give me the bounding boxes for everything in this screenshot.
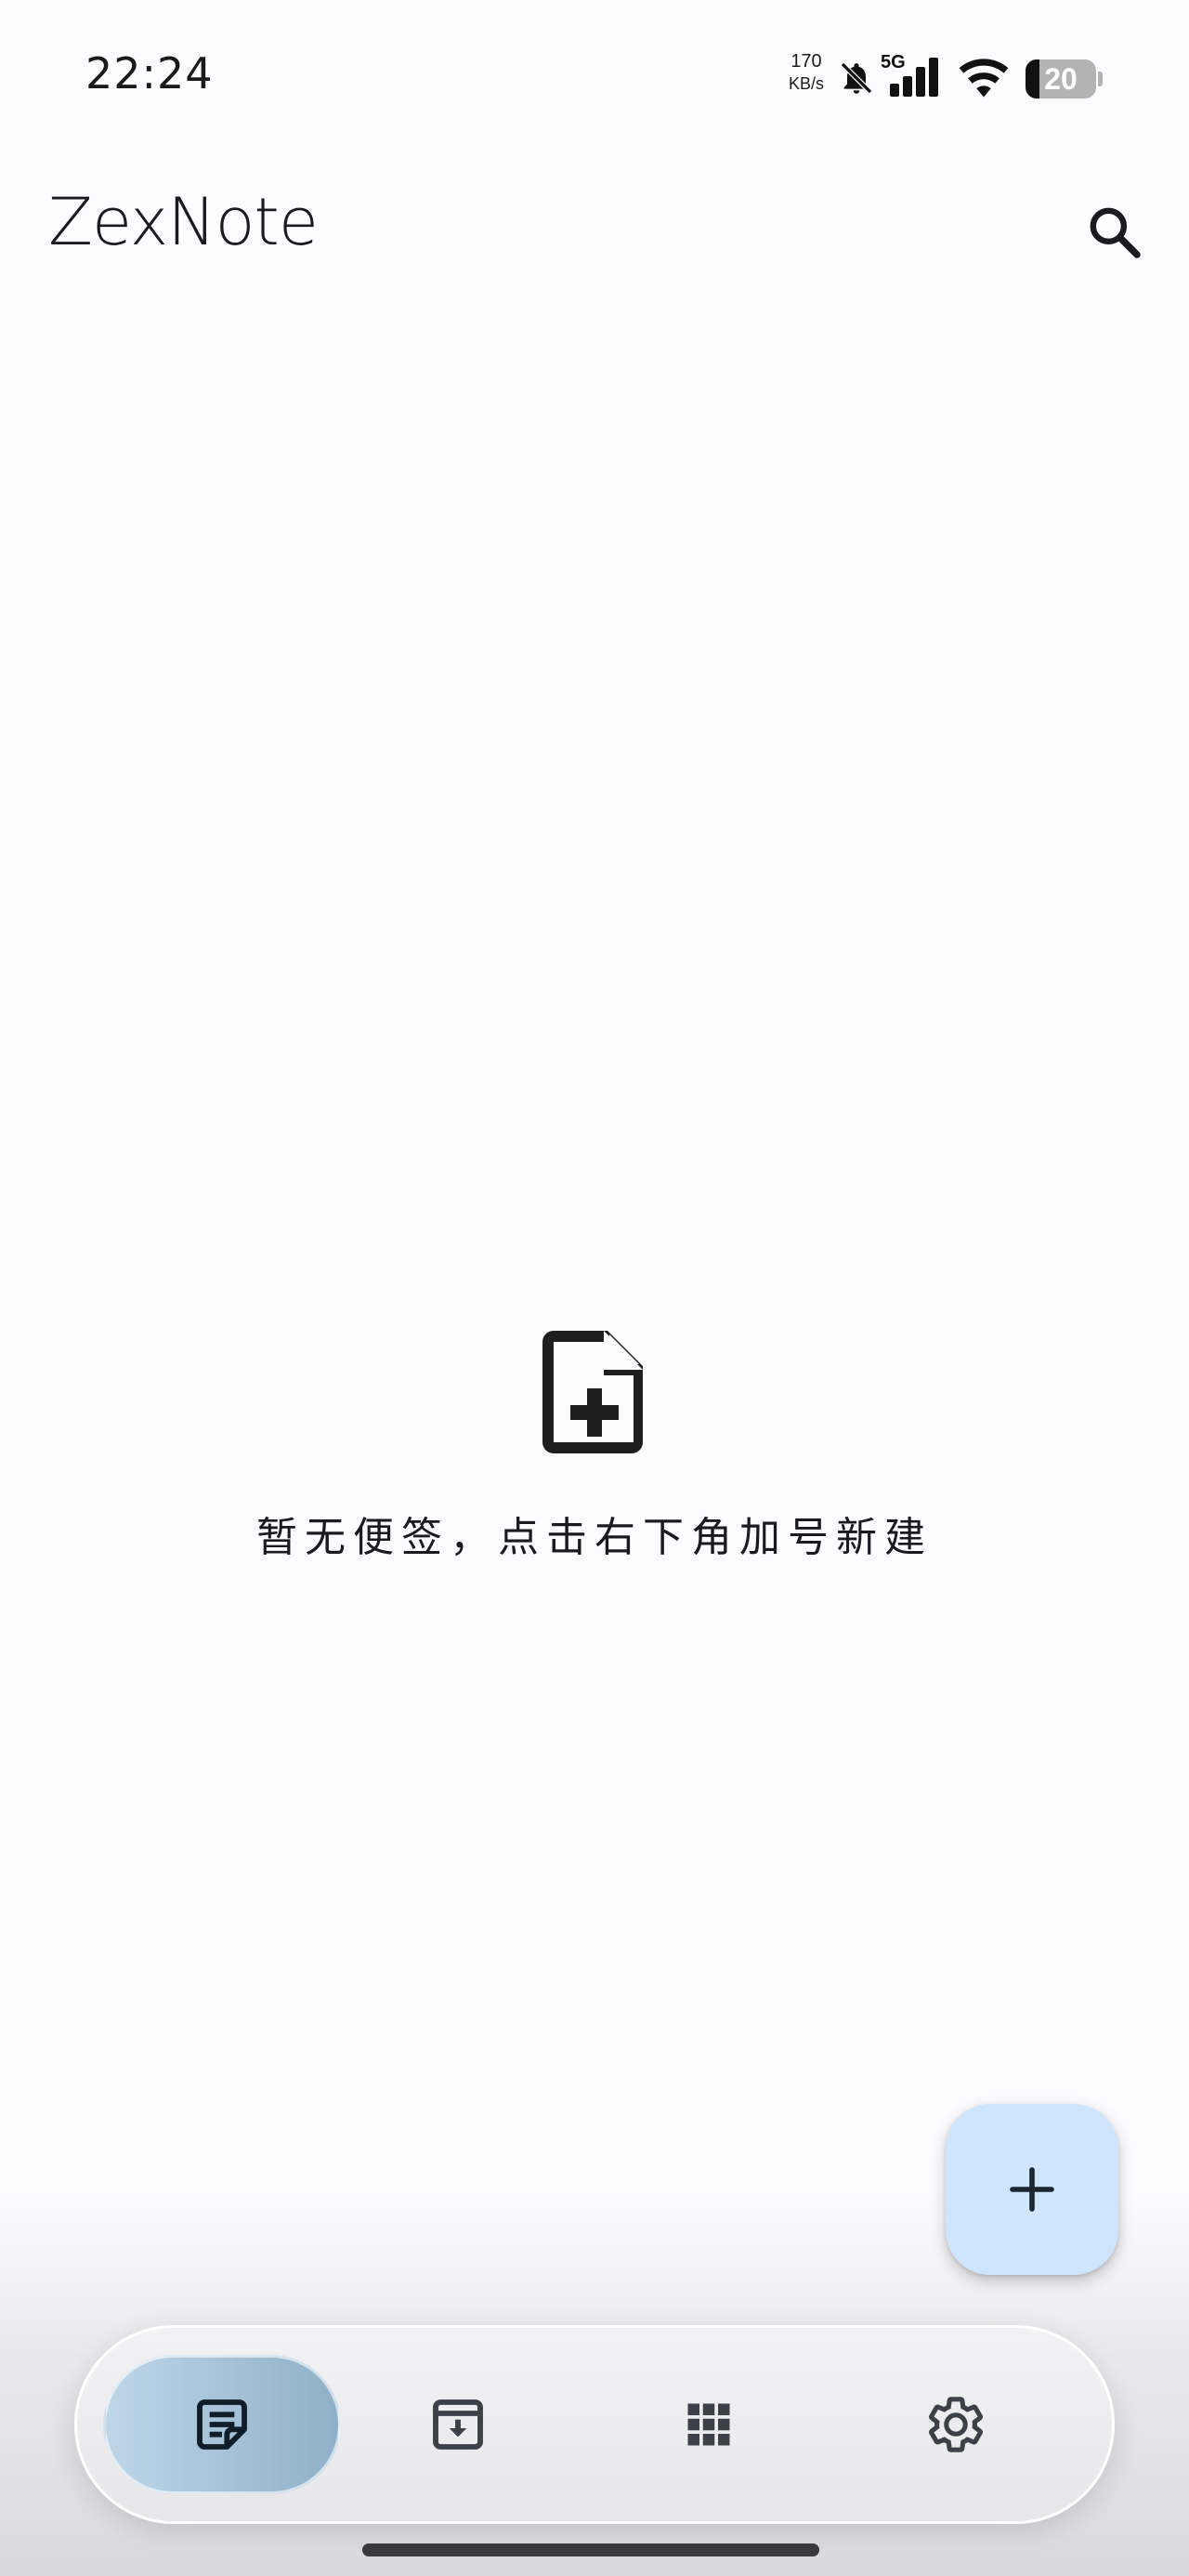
network-speed: 170 KB/s [786, 50, 827, 95]
wifi-icon [957, 58, 1011, 99]
battery-level: 20 [1044, 62, 1078, 96]
app-screen: 22:24 170 KB/s 5G 20 ZexNote 暂无便签，点击右下角加… [0, 0, 1189, 2576]
bottom-navigation [74, 2325, 1115, 2524]
archive-icon [433, 2399, 483, 2450]
network-type-label: 5G [881, 52, 906, 72]
nav-item-archive[interactable] [356, 2328, 560, 2521]
gear-icon [929, 2397, 983, 2452]
nav-item-settings[interactable] [854, 2328, 1058, 2521]
status-bar: 22:24 170 KB/s 5G 20 [0, 0, 1189, 149]
app-title: ZexNote [48, 184, 319, 260]
search-icon [1090, 207, 1141, 258]
plus-icon [1010, 2167, 1054, 2212]
battery-icon: 20 [1026, 59, 1096, 99]
active-indicator [103, 2355, 341, 2494]
status-time: 22:24 [85, 48, 214, 99]
search-button[interactable] [1068, 186, 1161, 279]
network-speed-value: 170 [790, 51, 822, 72]
apps-grid-icon [687, 2403, 730, 2446]
signal-5g-icon: 5G [881, 52, 944, 99]
note-add-icon [539, 1327, 650, 1457]
add-note-button[interactable] [946, 2104, 1118, 2275]
network-speed-unit: KB/s [788, 74, 824, 93]
home-indicator[interactable] [362, 2543, 819, 2556]
empty-state-message: 暂无便签，点击右下角加号新建 [256, 1514, 933, 1561]
nav-item-notes[interactable] [103, 2328, 341, 2521]
nav-item-apps[interactable] [607, 2328, 811, 2521]
sticky-note-icon [197, 2399, 247, 2450]
bell-muted-icon [838, 58, 875, 99]
battery-tip [1098, 72, 1103, 86]
